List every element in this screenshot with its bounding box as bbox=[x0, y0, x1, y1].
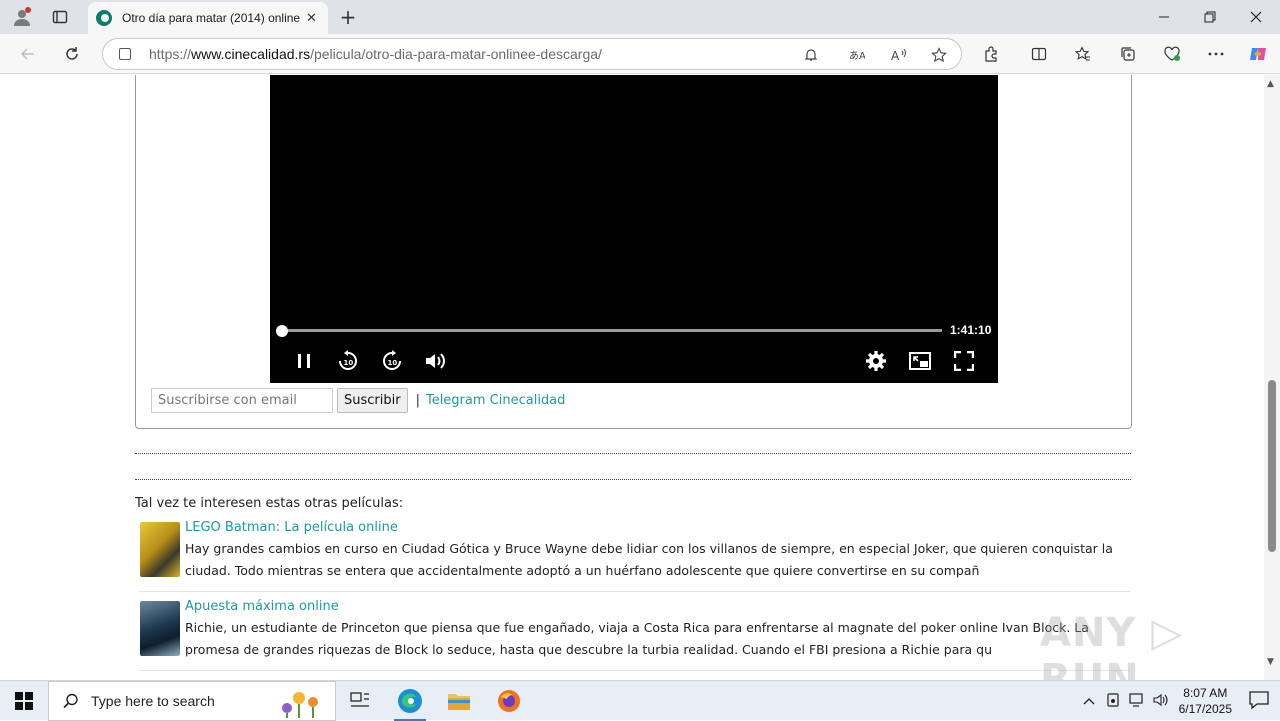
browser-tab-bar: Otro día para matar (2014) online ✕ + bbox=[0, 0, 1280, 34]
tab-title: Otro día para matar (2014) online bbox=[122, 11, 300, 25]
related-movies-heading: Tal vez te interesen estas otras películ… bbox=[135, 496, 404, 511]
windows-taskbar: Type here to search 8:07 AM 6/17/2025 bbox=[0, 680, 1280, 721]
movie-poster-thumbnail[interactable] bbox=[140, 601, 180, 656]
site-favicon bbox=[96, 10, 112, 26]
volume-tray-icon[interactable] bbox=[1149, 693, 1173, 710]
related-movie-title[interactable]: Apuesta máxima online bbox=[185, 599, 339, 614]
related-movie-title[interactable]: LEGO Batman: La película online bbox=[185, 520, 398, 535]
translate-icon[interactable]: あA bbox=[845, 43, 869, 67]
taskbar-clock[interactable]: 8:07 AM 6/17/2025 bbox=[1179, 685, 1232, 717]
flowers-illustration-icon bbox=[282, 692, 318, 718]
search-placeholder: Type here to search bbox=[91, 693, 215, 709]
browser-essentials-icon[interactable] bbox=[1160, 42, 1184, 66]
chevron-up-icon[interactable] bbox=[1077, 694, 1101, 708]
svg-text:10: 10 bbox=[344, 359, 354, 367]
movie-poster-thumbnail[interactable] bbox=[140, 522, 180, 577]
clock-time: 8:07 AM bbox=[1183, 686, 1228, 700]
scrollbar-thumb[interactable] bbox=[1268, 380, 1276, 552]
system-tray: 8:07 AM 6/17/2025 bbox=[1077, 681, 1232, 721]
extensions-icon[interactable] bbox=[979, 42, 1003, 66]
subscribe-form: Suscribir | Telegram Cinecalidad bbox=[151, 388, 565, 413]
page-scrollbar[interactable]: ▲ ▼ bbox=[1264, 75, 1280, 680]
video-duration: 1:41:10 bbox=[950, 323, 992, 337]
url-text: https://www.cinecalidad.rs/pelicula/otro… bbox=[149, 46, 602, 62]
favorites-icon[interactable] bbox=[1071, 42, 1095, 66]
edge-taskbar-icon[interactable] bbox=[386, 681, 434, 721]
device-icon[interactable] bbox=[1101, 692, 1125, 710]
back-icon[interactable] bbox=[16, 42, 40, 66]
copilot-icon[interactable] bbox=[1246, 42, 1270, 66]
address-bar[interactable]: https://www.cinecalidad.rs/pelicula/otro… bbox=[102, 38, 962, 70]
search-icon bbox=[63, 693, 78, 709]
subscribe-button[interactable]: Suscribir bbox=[337, 388, 408, 413]
taskbar-search-box[interactable]: Type here to search bbox=[48, 681, 336, 721]
read-aloud-icon[interactable]: A bbox=[887, 43, 911, 67]
fullscreen-icon[interactable] bbox=[952, 349, 976, 373]
progress-knob[interactable] bbox=[276, 324, 288, 337]
video-progress-bar[interactable] bbox=[276, 324, 942, 337]
svg-text:あA: あA bbox=[849, 50, 865, 62]
tab-actions-icon[interactable] bbox=[48, 5, 72, 29]
anyrun-watermark: ANY ▷ RUN bbox=[1040, 610, 1184, 680]
scroll-up-icon[interactable]: ▲ bbox=[1267, 79, 1274, 89]
divider bbox=[135, 479, 1131, 480]
svg-text:10: 10 bbox=[388, 359, 398, 367]
web-page: 1:41:10 10 10 Suscribir | Telegram Cinec… bbox=[0, 75, 1264, 680]
profile-icon[interactable] bbox=[10, 5, 34, 29]
close-window-button[interactable] bbox=[1233, 0, 1279, 34]
browser-tab-active[interactable]: Otro día para matar (2014) online ✕ bbox=[88, 2, 328, 34]
related-movie-description: Richie, un estudiante de Princeton que p… bbox=[185, 620, 1089, 657]
refresh-icon[interactable] bbox=[60, 42, 84, 66]
forward-10-icon[interactable]: 10 bbox=[380, 349, 404, 373]
pause-icon[interactable] bbox=[292, 349, 316, 373]
lock-icon[interactable] bbox=[119, 48, 131, 60]
scroll-down-icon[interactable]: ▼ bbox=[1267, 657, 1274, 667]
collections-icon[interactable] bbox=[1116, 42, 1140, 66]
new-tab-button[interactable]: + bbox=[336, 5, 360, 29]
separator: | bbox=[415, 393, 420, 408]
volume-icon[interactable] bbox=[424, 349, 448, 373]
settings-gear-icon[interactable] bbox=[864, 349, 888, 373]
minimize-button[interactable] bbox=[1141, 0, 1187, 34]
start-button[interactable] bbox=[0, 681, 48, 721]
clock-date: 6/17/2025 bbox=[1178, 702, 1232, 716]
svg-text:A: A bbox=[891, 49, 900, 62]
more-options-icon[interactable] bbox=[1204, 42, 1228, 66]
related-movie-description: Hay grandes cambios en curso en Ciudad G… bbox=[185, 541, 1113, 578]
divider bbox=[135, 453, 1131, 454]
email-subscribe-input[interactable] bbox=[151, 388, 333, 413]
telegram-link[interactable]: Telegram Cinecalidad bbox=[426, 393, 565, 408]
split-screen-icon[interactable] bbox=[1027, 42, 1051, 66]
browser-toolbar: https://www.cinecalidad.rs/pelicula/otro… bbox=[0, 34, 1280, 74]
rewind-10-icon[interactable]: 10 bbox=[336, 349, 360, 373]
related-movie-item: Apuesta máxima online Richie, un estudia… bbox=[139, 599, 1130, 671]
tab-close-icon[interactable]: ✕ bbox=[306, 11, 317, 26]
video-player[interactable]: 1:41:10 10 10 bbox=[270, 75, 998, 383]
firefox-icon[interactable] bbox=[485, 681, 533, 721]
related-movie-item: LEGO Batman: La película online Hay gran… bbox=[139, 520, 1130, 592]
favorite-star-icon[interactable] bbox=[927, 43, 951, 67]
notification-center-icon[interactable] bbox=[1248, 689, 1270, 711]
picture-in-picture-icon[interactable] bbox=[908, 349, 932, 373]
task-view-icon[interactable] bbox=[336, 681, 384, 721]
network-icon[interactable] bbox=[1125, 692, 1149, 710]
restore-button[interactable] bbox=[1187, 0, 1233, 34]
notification-icon[interactable] bbox=[799, 43, 823, 67]
file-explorer-icon[interactable] bbox=[435, 681, 483, 721]
